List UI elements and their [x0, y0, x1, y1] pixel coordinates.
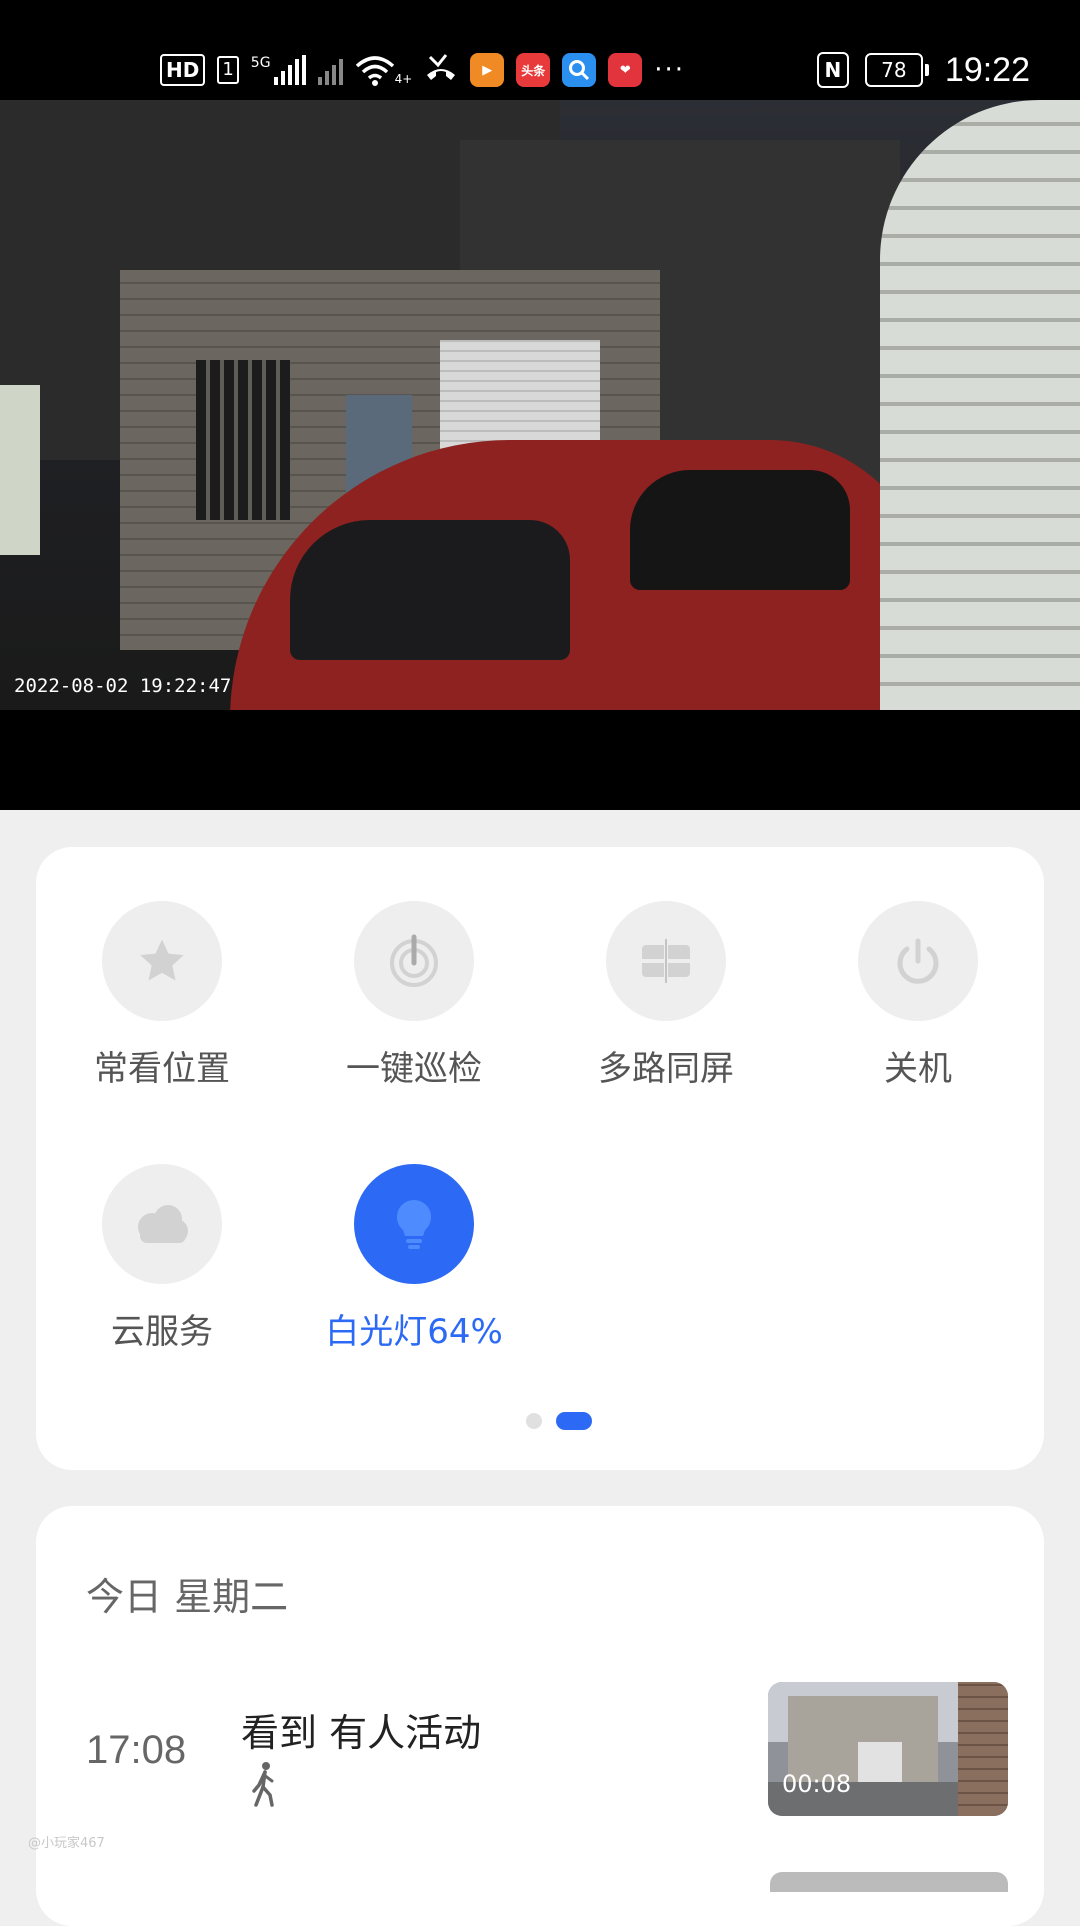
- walking-person-icon: [248, 1761, 278, 1811]
- power-icon: [858, 901, 978, 1021]
- more-notifications-icon: ···: [654, 55, 686, 85]
- cloud-icon: [102, 1164, 222, 1284]
- event-thumbnail[interactable]: 00:08: [768, 1682, 1008, 1816]
- event-time: 17:08: [86, 1728, 187, 1772]
- video-letterbox: [0, 710, 1080, 810]
- missed-call-icon: [424, 51, 458, 89]
- cloud-service-button[interactable]: 云服务: [62, 1164, 262, 1353]
- event-duration: 00:08: [782, 1770, 852, 1798]
- signal-2-icon: [317, 55, 343, 85]
- toutiao-app-icon: 头条: [516, 53, 551, 87]
- white-light-button[interactable]: 白光灯64%: [314, 1164, 514, 1353]
- power-off-button[interactable]: 关机: [818, 901, 1018, 1090]
- page-dot-2[interactable]: [556, 1412, 592, 1430]
- patrol-icon: [354, 901, 474, 1021]
- next-event-thumbnail[interactable]: [770, 1872, 1008, 1892]
- star-icon: [102, 901, 222, 1021]
- battery-icon: 78: [864, 53, 929, 87]
- battery-level: 78: [864, 53, 923, 87]
- cloud-service-label: 云服务: [111, 1312, 213, 1352]
- event-timeline: 今日 星期二 17:08 看到 有人活动 00:08: [36, 1506, 1044, 1926]
- signal-5g-icon: 5G: [251, 55, 306, 85]
- wifi-standard-label: 4+: [394, 72, 413, 86]
- page-indicator[interactable]: [526, 1412, 592, 1430]
- control-panel: 常看位置 一键巡检 多路同屏 关机 云服务 白光灯64%: [36, 847, 1044, 1470]
- nfc-icon: N: [816, 52, 849, 88]
- status-clock: 19:22: [944, 50, 1030, 89]
- event-title: 看到 有人活动: [241, 1711, 482, 1755]
- multi-screen-icon: [606, 901, 726, 1021]
- page-dot-1[interactable]: [526, 1413, 542, 1429]
- sim-indicator: 1: [217, 56, 239, 84]
- shopping-app-icon: ❤: [608, 53, 643, 87]
- hd-voice-indicator: HD: [160, 54, 206, 86]
- video-timestamp: 2022-08-02 19:22:47: [14, 675, 232, 697]
- favorite-position-button[interactable]: 常看位置: [62, 901, 262, 1090]
- one-key-patrol-label: 一键巡检: [346, 1049, 482, 1089]
- video-app-icon: ▶: [470, 53, 505, 87]
- multi-screen-label: 多路同屏: [598, 1049, 734, 1089]
- bulb-icon: [354, 1164, 474, 1284]
- status-bar: HD 1 5G 4+ ▶ 头条 ❤ ··· N 78 19:22: [0, 0, 1080, 100]
- power-off-label: 关机: [884, 1049, 952, 1089]
- favorite-position-label: 常看位置: [94, 1049, 230, 1089]
- search-app-icon: [562, 53, 597, 87]
- camera-live-view[interactable]: 2022-08-02 19:22:47: [0, 100, 1080, 710]
- white-light-label: 白光灯64%: [325, 1312, 503, 1352]
- watermark: @小玩家467: [28, 1836, 105, 1851]
- one-key-patrol-button[interactable]: 一键巡检: [314, 901, 514, 1090]
- multi-screen-button[interactable]: 多路同屏: [566, 901, 766, 1090]
- wifi-icon: 4+: [355, 54, 413, 86]
- day-heading: 今日 星期二: [86, 1575, 289, 1619]
- network-type-label: 5G: [250, 55, 271, 71]
